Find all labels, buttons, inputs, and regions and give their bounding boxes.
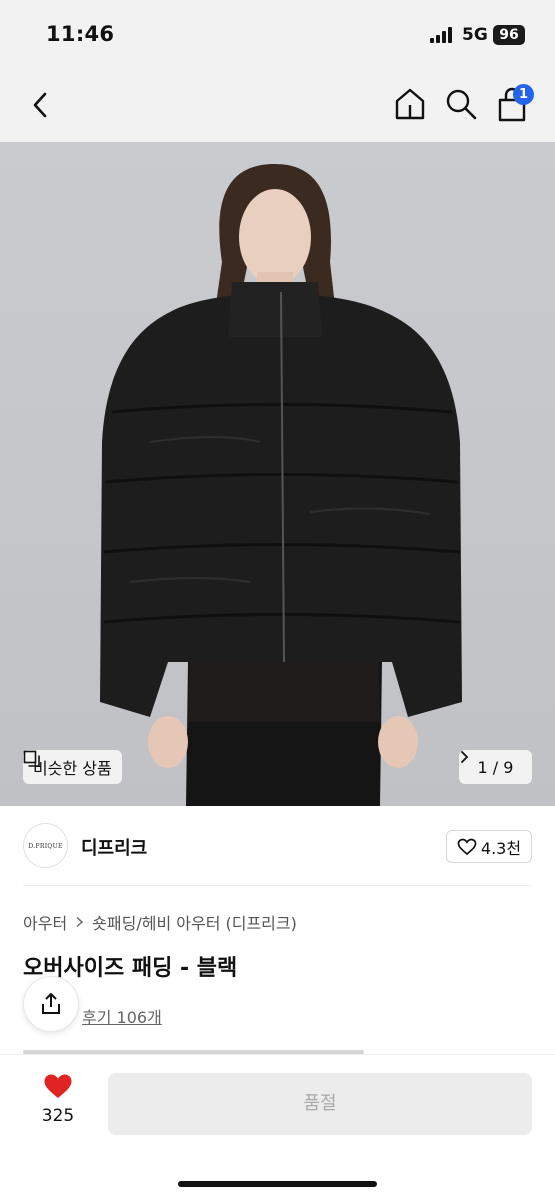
search-icon — [446, 89, 477, 120]
brand-logo[interactable]: D.FRIQUE — [23, 823, 68, 868]
status-bar: 11:46 5G 96 — [0, 0, 555, 70]
brand-like-count: 4.3천 — [480, 838, 522, 858]
similar-products-button[interactable]: 비슷한 상품 — [23, 750, 122, 784]
divider — [23, 885, 532, 886]
share-button[interactable] — [23, 976, 79, 1032]
heart-filled-icon — [44, 1074, 72, 1098]
status-time: 11:46 — [46, 22, 115, 46]
breadcrumb: 아우터 숏패딩/헤비 아우터 (디프리크) — [23, 910, 297, 934]
battery-icon: 96 — [493, 25, 525, 45]
chevron-right-icon — [76, 916, 84, 928]
network-label: 5G — [462, 25, 488, 45]
breadcrumb-item[interactable]: 아우터 — [23, 910, 67, 934]
brand-like-button[interactable]: 4.3천 — [446, 830, 532, 863]
share-icon — [42, 993, 60, 1014]
signal-icon — [430, 27, 454, 43]
wish-count: 325 — [41, 1106, 75, 1126]
image-counter[interactable]: 1 / 9 — [459, 750, 532, 784]
back-button[interactable] — [26, 88, 56, 122]
product-image-carousel[interactable]: 비슷한 상품 1 / 9 — [0, 142, 555, 806]
image-counter-text: 1 / 9 — [477, 757, 514, 777]
soldout-button[interactable]: 품절 — [108, 1073, 532, 1135]
home-indicator — [178, 1181, 377, 1187]
back-chevron-icon — [33, 92, 47, 118]
similar-icon — [23, 750, 40, 767]
home-icon — [395, 88, 425, 120]
search-button[interactable] — [444, 87, 478, 121]
cart-button[interactable]: 1 — [495, 84, 535, 124]
brand-name[interactable]: 디프리크 — [81, 834, 147, 860]
top-nav: 1 — [0, 70, 555, 142]
reviews-link[interactable]: 후기 106개 — [82, 1004, 162, 1028]
chevron-right-icon — [461, 751, 469, 763]
bottom-action-bar: 325 품절 — [0, 1054, 555, 1200]
cart-count-badge: 1 — [513, 84, 534, 105]
wish-button[interactable]: 325 — [30, 1073, 86, 1137]
home-button[interactable] — [393, 86, 427, 122]
brand-row[interactable]: D.FRIQUE 디프리크 4.3천 — [0, 806, 555, 886]
breadcrumb-item[interactable]: 숏패딩/헤비 아우터 (디프리크) — [92, 910, 297, 934]
heart-outline-icon — [457, 838, 477, 855]
similar-products-label: 비슷한 상품 — [33, 759, 112, 778]
product-photo — [100, 164, 462, 806]
